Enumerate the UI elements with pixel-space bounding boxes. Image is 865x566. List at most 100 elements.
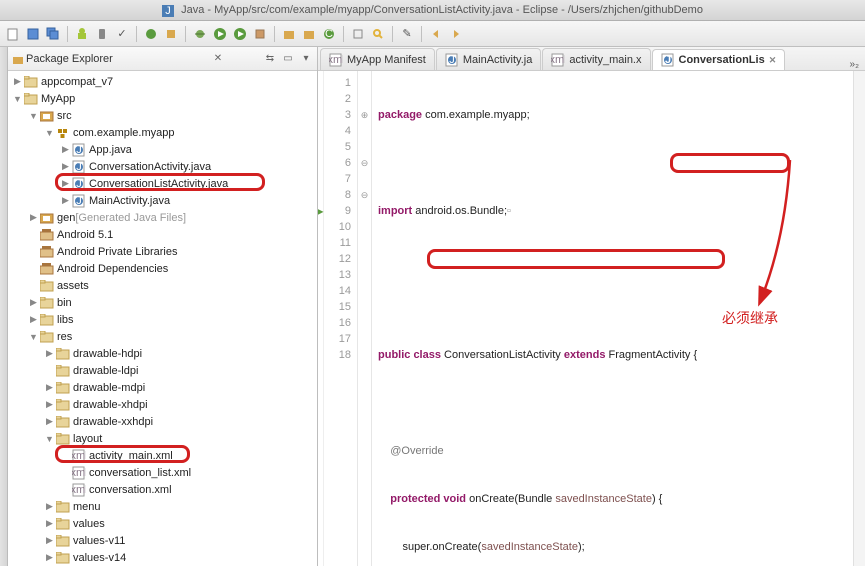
run-button[interactable] [211,25,229,43]
tree-item[interactable]: ▶drawable-xxhdpi [8,413,317,430]
new-java-package-button[interactable] [300,25,318,43]
tree-item[interactable]: ▶JConversationListActivity.java [8,175,317,192]
tree-item[interactable]: ▶values-v14 [8,549,317,566]
twisty-icon[interactable]: ▶ [44,552,55,563]
twisty-icon[interactable]: ▶ [28,314,39,325]
external-tools-button[interactable] [251,25,269,43]
twisty-icon[interactable] [60,467,71,478]
left-gutter[interactable] [0,47,8,566]
save-all-button[interactable] [44,25,62,43]
save-button[interactable] [24,25,42,43]
twisty-icon[interactable]: ▶ [44,382,55,393]
forward-button[interactable] [447,25,465,43]
code-editor[interactable]: ▶ 123456789101112131415161718 ⊕⊖⊖ packag… [318,71,865,566]
editor-tab[interactable]: xmlactivity_main.x [542,48,650,70]
twisty-icon[interactable]: ▶ [28,297,39,308]
twisty-icon[interactable]: ▼ [44,127,55,138]
twisty-icon[interactable]: ▶ [44,348,55,359]
twisty-icon[interactable]: ▶ [44,535,55,546]
tree-item[interactable]: ▼layout [8,430,317,447]
twisty-icon[interactable]: ▶ [60,178,71,189]
tree-item[interactable]: ▶values-v11 [8,532,317,549]
twisty-icon[interactable] [44,365,55,376]
twisty-icon[interactable]: ▶ [44,518,55,529]
tree-item[interactable]: ▼com.example.myapp [8,124,317,141]
new-button[interactable] [4,25,22,43]
tree-item[interactable]: ▼res [8,328,317,345]
tree-item[interactable]: ▶libs [8,311,317,328]
tree-item[interactable]: ▶JApp.java [8,141,317,158]
tree-item[interactable]: ▶JMainActivity.java [8,192,317,209]
twisty-icon[interactable] [28,246,39,257]
tree-item[interactable]: xmlactivity_main.xml [8,447,317,464]
twisty-icon[interactable] [28,280,39,291]
svg-text:J: J [76,144,82,156]
tree-item[interactable]: ▶menu [8,498,317,515]
tree-item[interactable]: Android Private Libraries [8,243,317,260]
tree-item[interactable]: ▶bin [8,294,317,311]
twisty-icon[interactable]: ▶ [12,76,23,87]
twisty-icon[interactable]: ▶ [60,161,71,172]
tree-item[interactable]: ▶drawable-mdpi [8,379,317,396]
avd-manager-button[interactable] [93,25,111,43]
tree-item-label: drawable-xhdpi [73,399,148,411]
twisty-icon[interactable]: ▼ [12,93,23,104]
tree-item-label: conversation_list.xml [89,467,191,479]
link-editor-button[interactable]: ⇆ [263,52,277,66]
twisty-icon[interactable]: ▼ [28,110,39,121]
new-package-button[interactable] [162,25,180,43]
twisty-icon[interactable] [28,229,39,240]
folding-gutter[interactable]: ⊕⊖⊖ [358,71,372,566]
tree-item[interactable]: ▶JConversationActivity.java [8,158,317,175]
twisty-icon[interactable]: ▶ [44,399,55,410]
twisty-icon[interactable] [28,263,39,274]
tree-item[interactable]: ▶gen [Generated Java Files] [8,209,317,226]
panel-close-button[interactable]: ✕ [211,52,225,66]
open-type-button[interactable] [349,25,367,43]
new-java-class-button[interactable]: C [320,25,338,43]
twisty-icon[interactable] [60,484,71,495]
tree-item[interactable]: xmlconversation.xml [8,481,317,498]
editor-tab[interactable]: JConversationLis✕ [652,49,786,71]
debug-button[interactable] [191,25,209,43]
twisty-icon[interactable]: ▶ [60,144,71,155]
twisty-icon[interactable]: ▶ [60,195,71,206]
tree-item[interactable]: ▶appcompat_v7 [8,73,317,90]
tree-item[interactable]: assets [8,277,317,294]
sdk-manager-button[interactable] [73,25,91,43]
tree-item[interactable]: xmlconversation_list.xml [8,464,317,481]
code-content[interactable]: package package com.example.myapp;com.ex… [372,71,853,566]
tab-close-button[interactable]: ✕ [769,55,777,66]
tree-item[interactable]: ▶ drawable-xhdpi [8,396,317,413]
tree-item[interactable]: ▼MyApp [8,90,317,107]
lint-button[interactable]: ✓ [113,25,131,43]
java-icon: J [72,177,86,191]
twisty-icon[interactable]: ▼ [28,331,39,342]
twisty-icon[interactable] [60,450,71,461]
project-tree[interactable]: ▶appcompat_v7▼MyApp▼src▼com.example.myap… [8,71,317,566]
tree-item-label: Android 5.1 [57,229,113,241]
editor-tab[interactable]: JMainActivity.ja [436,48,541,70]
collapse-all-button[interactable]: ▭ [281,52,295,66]
new-class-button[interactable] [142,25,160,43]
run-last-button[interactable] [231,25,249,43]
tree-item[interactable]: drawable-ldpi [8,362,317,379]
toggle-mark-button[interactable]: ✎ [398,25,416,43]
new-java-project-button[interactable] [280,25,298,43]
overview-ruler[interactable] [853,71,865,566]
twisty-icon[interactable]: ▶ [44,501,55,512]
tree-item-label: conversation.xml [89,484,172,496]
search-button[interactable] [369,25,387,43]
tree-item[interactable]: ▼src [8,107,317,124]
tree-item[interactable]: ▶drawable-hdpi [8,345,317,362]
tree-item[interactable]: Android Dependencies [8,260,317,277]
twisty-icon[interactable]: ▶ [28,212,39,223]
editor-tab[interactable]: xmlMyApp Manifest [320,48,435,70]
view-menu-button[interactable]: ▾ [299,52,313,66]
tree-item[interactable]: Android 5.1 [8,226,317,243]
twisty-icon[interactable]: ▶ [44,416,55,427]
tree-item[interactable]: ▶values [8,515,317,532]
twisty-icon[interactable]: ▼ [44,433,55,444]
tabs-overflow-button[interactable]: »₂ [844,59,865,70]
back-button[interactable] [427,25,445,43]
